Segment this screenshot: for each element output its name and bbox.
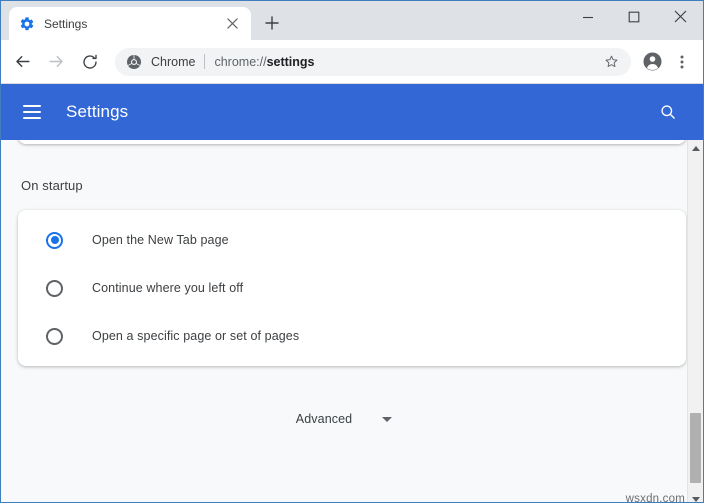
three-dot-menu-icon[interactable] — [667, 47, 697, 77]
reload-button[interactable] — [73, 45, 107, 79]
scroll-down-triangle — [692, 497, 700, 502]
minimize-icon[interactable] — [565, 1, 611, 32]
browser-window: Settings — [0, 0, 704, 503]
on-startup-card: Open the New Tab page Continue where you… — [18, 210, 686, 366]
startup-option-label: Open the New Tab page — [92, 233, 229, 247]
window-controls — [565, 1, 703, 32]
back-button[interactable] — [5, 45, 39, 79]
previous-section-card-partial — [18, 140, 686, 144]
omnibox-url-prefix: chrome:// — [214, 55, 266, 69]
chevron-down-icon — [382, 417, 392, 422]
tab-settings[interactable]: Settings — [9, 7, 251, 40]
hamburger-bar — [23, 117, 41, 119]
gear-icon — [19, 16, 35, 32]
radio-button[interactable] — [46, 280, 63, 297]
radio-button[interactable] — [46, 328, 63, 345]
scrollbar-thumb[interactable] — [690, 413, 701, 483]
hamburger-bar — [23, 111, 41, 113]
startup-option-label: Continue where you left off — [92, 281, 243, 295]
scroll-down-arrow-icon[interactable] — [688, 492, 703, 503]
omnibox-url: chrome://settings — [214, 55, 314, 69]
forward-button[interactable] — [39, 45, 73, 79]
hamburger-menu-icon[interactable] — [23, 100, 47, 124]
startup-option-specific-pages[interactable]: Open a specific page or set of pages — [18, 312, 686, 360]
watermark: wsxdn.com — [626, 493, 685, 503]
tab-strip: Settings — [1, 1, 703, 40]
settings-scroll-content: On startup Open the New Tab page Continu… — [1, 140, 687, 503]
bookmark-star-icon[interactable] — [599, 50, 623, 74]
tab-title: Settings — [44, 17, 214, 31]
radio-button-selected[interactable] — [46, 232, 63, 249]
scroll-up-triangle — [692, 146, 700, 151]
settings-content-area: On startup Open the New Tab page Continu… — [1, 140, 703, 503]
startup-option-new-tab[interactable]: Open the New Tab page — [18, 216, 686, 264]
advanced-label: Advanced — [296, 412, 352, 426]
hamburger-bar — [23, 105, 41, 107]
startup-option-continue[interactable]: Continue where you left off — [18, 264, 686, 312]
omnibox-separator — [204, 54, 205, 69]
profile-avatar-icon[interactable] — [637, 47, 667, 77]
address-bar[interactable]: Chrome chrome://settings — [115, 48, 631, 76]
chrome-logo-icon — [126, 54, 142, 70]
scroll-up-arrow-icon[interactable] — [688, 141, 703, 155]
new-tab-button[interactable] — [257, 8, 287, 38]
maximize-icon[interactable] — [611, 1, 657, 32]
browser-toolbar: Chrome chrome://settings — [1, 40, 703, 84]
startup-option-label: Open a specific page or set of pages — [92, 329, 299, 343]
omnibox-chip-label: Chrome — [151, 55, 195, 69]
page-title: Settings — [66, 102, 128, 122]
vertical-scrollbar[interactable] — [687, 140, 703, 503]
section-heading-on-startup: On startup — [21, 178, 83, 193]
omnibox-url-emphasis: settings — [267, 55, 315, 69]
close-icon[interactable] — [223, 15, 241, 33]
advanced-expand-button[interactable]: Advanced — [1, 412, 687, 426]
search-icon[interactable] — [651, 95, 685, 129]
close-window-icon[interactable] — [657, 1, 703, 32]
settings-header: Settings — [1, 84, 703, 140]
